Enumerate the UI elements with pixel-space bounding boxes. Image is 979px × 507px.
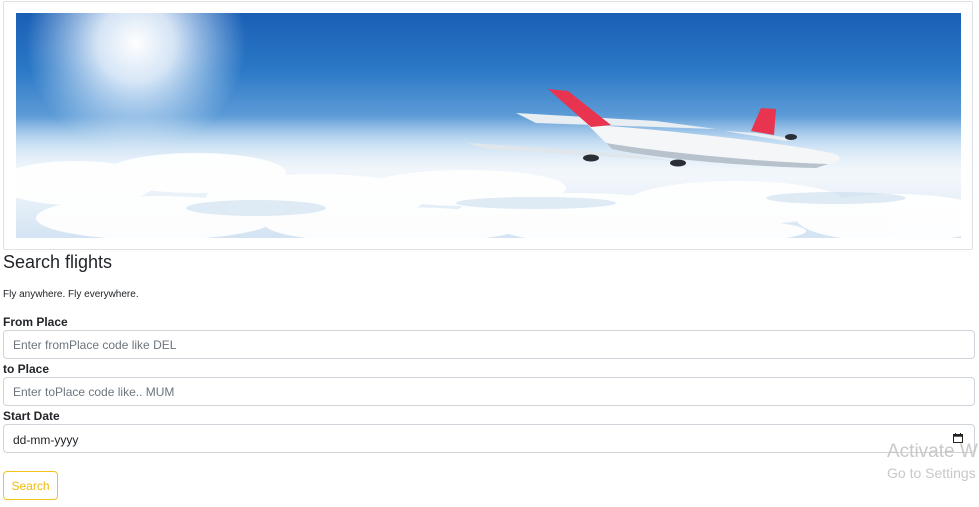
watermark-subtitle: Go to Settings — [887, 465, 976, 481]
search-button[interactable]: Search — [3, 471, 58, 500]
hero-banner-image — [16, 13, 961, 238]
page-subtitle: Fly anywhere. Fly everywhere. — [3, 289, 139, 300]
page-title: Search flights — [3, 252, 113, 272]
from-place-input[interactable] — [3, 330, 975, 359]
start-date-label: Start Date — [3, 409, 60, 423]
to-place-input[interactable] — [3, 377, 975, 406]
to-place-label: to Place — [3, 362, 50, 376]
activate-windows-watermark: Activate W Go to Settings — [887, 441, 978, 481]
start-date-input[interactable]: dd-mm-yyyy — [3, 424, 975, 453]
hero-illustration — [16, 13, 961, 238]
watermark-title: Activate W — [887, 441, 978, 462]
from-place-label: From Place — [3, 315, 68, 329]
start-date-value: dd-mm-yyyy — [13, 433, 79, 447]
